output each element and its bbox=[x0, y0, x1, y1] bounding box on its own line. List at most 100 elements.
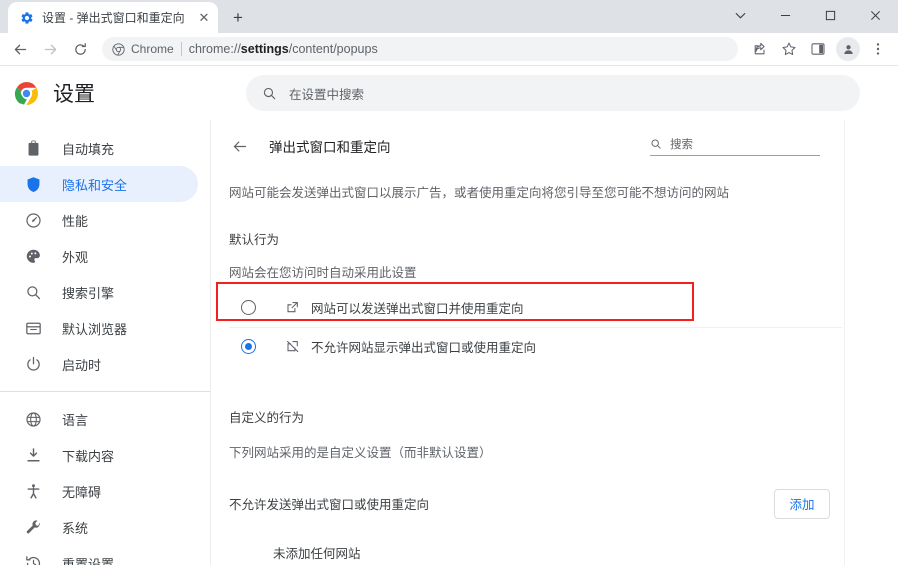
popups-description: 网站可能会发送弹出式窗口以展示广告，或者使用重定向将您引导至您可能不想访问的网站 bbox=[229, 186, 730, 200]
url-prefix: chrome:// bbox=[188, 42, 241, 56]
default-behavior-heading: 默认行为 bbox=[229, 232, 280, 247]
default-behavior-subtext: 网站会在您访问时自动采用此设置 bbox=[229, 265, 417, 280]
minimize-button[interactable] bbox=[763, 0, 808, 30]
sidebar-divider bbox=[0, 391, 210, 392]
sidebar-item-privacy-and-security[interactable]: 隐私和安全 bbox=[0, 166, 198, 202]
page-header: 弹出式窗口和重定向 搜索 bbox=[229, 120, 842, 166]
settings-body: 自动填充 隐私和安全 性能 外观 搜索引擎 默认浏览器 启动时 语言 下载内容 … bbox=[0, 120, 898, 565]
browser-tab-settings[interactable]: 设置 - 弹出式窗口和重定向 ✕ bbox=[8, 2, 218, 33]
address-bar[interactable]: Chrome chrome://settings/content/popups bbox=[102, 37, 738, 61]
chrome-logo bbox=[14, 81, 38, 105]
close-button[interactable] bbox=[853, 0, 898, 30]
back-arrow-icon[interactable] bbox=[229, 136, 249, 156]
page-search-field[interactable]: 搜索 bbox=[650, 136, 820, 156]
radio-selected-icon bbox=[241, 338, 256, 354]
option-allow-popups[interactable]: 网站可以发送弹出式窗口并使用重定向 bbox=[229, 289, 842, 327]
custom-behavior-subtext: 下列网站采用的是自定义设置（而非默认设置） bbox=[229, 445, 492, 460]
sidebar-item-on-startup[interactable]: 启动时 bbox=[0, 346, 198, 382]
sidebar-item-autofill[interactable]: 自动填充 bbox=[0, 130, 198, 166]
radio-allow-popups[interactable] bbox=[241, 300, 285, 316]
sidebar-item-system[interactable]: 系统 bbox=[0, 509, 198, 545]
tab-strip: 设置 - 弹出式窗口和重定向 ✕ + bbox=[0, 0, 898, 33]
omnibox-separator bbox=[180, 42, 182, 56]
settings-title: 设置 bbox=[53, 83, 95, 106]
empty-list-note: 未添加任何网站 bbox=[273, 546, 361, 561]
history-icon bbox=[24, 554, 42, 565]
sidebar-item-label: 重置设置 bbox=[62, 556, 115, 565]
tab-close-icon[interactable]: ✕ bbox=[196, 10, 212, 26]
side-panel-icon[interactable] bbox=[804, 35, 832, 63]
settings-brand: 设置 bbox=[0, 78, 246, 108]
chrome-logo-small-icon bbox=[112, 42, 125, 56]
three-dot-menu-icon[interactable] bbox=[864, 35, 892, 63]
settings-content-area: 弹出式窗口和重定向 搜索 网站可能会发送弹出式窗口以展示广告，或者使用重定向将您… bbox=[210, 120, 898, 565]
page-title: 弹出式窗口和重定向 bbox=[269, 140, 391, 155]
sidebar-item-appearance[interactable]: 外观 bbox=[0, 238, 198, 274]
sidebar-item-reset-settings[interactable]: 重置设置 bbox=[0, 545, 198, 565]
custom-behavior-heading: 自定义的行为 bbox=[229, 410, 305, 425]
url-suffix: /content/popups bbox=[288, 42, 378, 56]
download-icon bbox=[24, 446, 42, 464]
sidebar-item-performance[interactable]: 性能 bbox=[0, 202, 198, 238]
star-icon[interactable] bbox=[775, 35, 803, 63]
sidebar-item-label: 启动时 bbox=[62, 357, 102, 373]
wrench-icon bbox=[24, 518, 42, 536]
shield-icon bbox=[24, 175, 42, 193]
sidebar-item-label: 无障碍 bbox=[62, 484, 102, 500]
palette-icon bbox=[24, 247, 42, 265]
sidebar-item-accessibility[interactable]: 无障碍 bbox=[0, 473, 198, 509]
sidebar-item-label: 语言 bbox=[62, 412, 89, 428]
option-block-popups[interactable]: 不允许网站显示弹出式窗口或使用重定向 bbox=[229, 326, 842, 365]
sidebar-item-languages[interactable]: 语言 bbox=[0, 401, 198, 437]
forward-button[interactable] bbox=[36, 35, 64, 63]
window-controls bbox=[718, 0, 898, 30]
block-list-row: 不允许发送弹出式窗口或使用重定向 添加 bbox=[229, 488, 842, 519]
sidebar-item-label: 默认浏览器 bbox=[62, 321, 128, 337]
add-button[interactable]: 添加 bbox=[774, 488, 830, 519]
settings-gear-icon bbox=[21, 11, 33, 24]
browser-toolbar: Chrome chrome://settings/content/popups bbox=[0, 33, 898, 66]
sidebar-item-label: 隐私和安全 bbox=[62, 177, 128, 193]
popups-settings-card: 弹出式窗口和重定向 搜索 网站可能会发送弹出式窗口以展示广告，或者使用重定向将您… bbox=[216, 120, 845, 565]
omnibox-url[interactable]: chrome://settings/content/popups bbox=[189, 42, 378, 56]
toolbar-actions bbox=[746, 35, 892, 63]
settings-sidebar: 自动填充 隐私和安全 性能 外观 搜索引擎 默认浏览器 启动时 语言 下载内容 … bbox=[0, 120, 223, 565]
block-list-label: 不允许发送弹出式窗口或使用重定向 bbox=[229, 498, 430, 513]
search-icon bbox=[651, 139, 661, 149]
page-search-placeholder: 搜索 bbox=[670, 139, 693, 151]
maximize-button[interactable] bbox=[808, 0, 853, 30]
search-icon bbox=[24, 283, 42, 301]
site-identity-chip: Chrome bbox=[112, 42, 174, 56]
profile-avatar-icon[interactable] bbox=[836, 37, 860, 61]
tab-search-button[interactable] bbox=[718, 0, 763, 30]
back-button[interactable] bbox=[6, 35, 34, 63]
tab-title: 设置 - 弹出式窗口和重定向 bbox=[42, 11, 185, 25]
new-tab-button[interactable]: + bbox=[224, 3, 252, 31]
sidebar-item-label: 自动填充 bbox=[62, 141, 115, 157]
sidebar-item-downloads[interactable]: 下载内容 bbox=[0, 437, 198, 473]
settings-header: 设置 在设置中搜索 bbox=[0, 66, 898, 120]
sidebar-item-label: 外观 bbox=[62, 249, 89, 265]
speedometer-icon bbox=[24, 211, 42, 229]
sidebar-item-label: 系统 bbox=[62, 520, 89, 536]
share-icon[interactable] bbox=[746, 35, 774, 63]
open-in-new-icon bbox=[285, 300, 311, 315]
search-icon bbox=[263, 87, 276, 99]
option-label: 网站可以发送弹出式窗口并使用重定向 bbox=[311, 302, 524, 317]
settings-search-placeholder: 在设置中搜索 bbox=[289, 87, 365, 102]
option-label: 不允许网站显示弹出式窗口或使用重定向 bbox=[311, 340, 537, 355]
reload-button[interactable] bbox=[66, 35, 94, 63]
omnibox-chrome-label: Chrome bbox=[131, 42, 174, 56]
sidebar-item-label: 下载内容 bbox=[62, 448, 115, 464]
settings-search-box[interactable]: 在设置中搜索 bbox=[246, 75, 860, 111]
globe-icon bbox=[24, 410, 42, 428]
open-in-new-blocked-icon bbox=[285, 339, 311, 354]
radio-unselected-icon bbox=[241, 300, 256, 316]
sidebar-item-search-engine[interactable]: 搜索引擎 bbox=[0, 274, 198, 310]
browser-icon bbox=[24, 319, 42, 337]
sidebar-item-default-browser[interactable]: 默认浏览器 bbox=[0, 310, 198, 346]
url-bold-part: settings bbox=[240, 42, 289, 56]
sidebar-item-label: 性能 bbox=[62, 213, 89, 229]
sidebar-item-label: 搜索引擎 bbox=[62, 285, 115, 301]
radio-block-popups[interactable] bbox=[241, 338, 285, 354]
